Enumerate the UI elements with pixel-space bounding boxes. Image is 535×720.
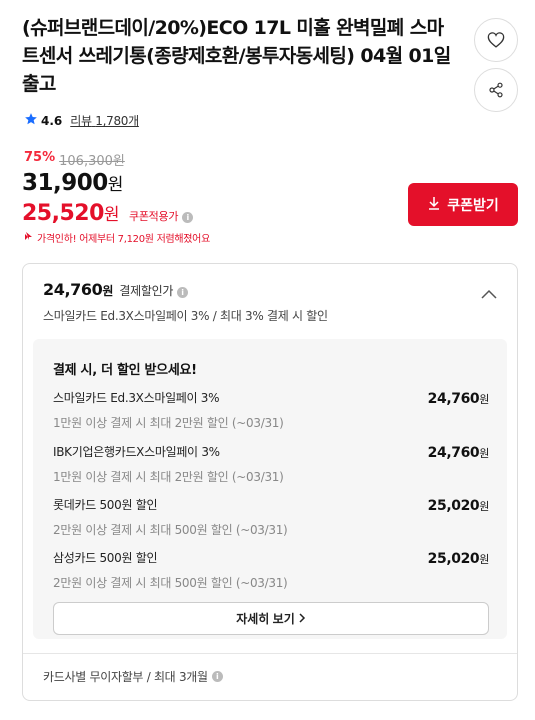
offer-name: 삼성카드 500원 할인 xyxy=(53,551,158,565)
offer-price-unit: 원 xyxy=(479,500,489,513)
coupon-price-unit: 원 xyxy=(103,205,120,225)
info-icon[interactable]: i xyxy=(182,212,194,223)
share-icon xyxy=(488,82,504,98)
chevron-up-icon[interactable] xyxy=(481,284,497,303)
info-icon[interactable]: i xyxy=(211,671,223,682)
offer-price-unit: 원 xyxy=(479,553,489,566)
discount-row: 75% 106,300원 xyxy=(24,150,125,169)
sale-price: 31,900원 xyxy=(22,170,123,196)
offer-condition: 2만원 이상 결제 시 최대 500원 할인 (~03/31) xyxy=(53,576,288,590)
divider xyxy=(23,653,517,654)
offer-price-amount: 25,020 xyxy=(427,498,480,514)
offer-name: IBK기업은행카드X스마일페이 3% xyxy=(53,445,220,459)
card-offer: IBK기업은행카드X스마일페이 3% 1만원 이상 결제 시 최대 2만원 할인… xyxy=(53,443,489,485)
star-icon xyxy=(24,112,38,129)
coupon-price-amount: 25,520 xyxy=(22,201,104,226)
down-arrow-icon xyxy=(24,231,34,244)
payment-discount-header[interactable]: 24,760 원 결제할인가 i xyxy=(43,280,189,299)
price-drop-text: 가격인하! 어제부터 7,120원 저렴해졌어요 xyxy=(37,234,210,245)
review-label: 리뷰 xyxy=(70,114,92,128)
coupon-button-label: 쿠폰받기 xyxy=(447,196,499,213)
offer-price-amount: 24,760 xyxy=(427,445,480,461)
wishlist-button[interactable] xyxy=(474,18,518,62)
chevron-right-icon xyxy=(299,612,306,626)
share-button[interactable] xyxy=(474,68,518,112)
view-details-label: 자세히 보기 xyxy=(236,612,295,626)
card-offer: 롯데카드 500원 할인 2만원 이상 결제 시 최대 500원 할인 (~03… xyxy=(53,496,489,538)
download-icon xyxy=(427,196,441,213)
review-link[interactable]: 리뷰 1,780개 xyxy=(70,112,139,129)
offer-price-unit: 원 xyxy=(479,393,489,406)
coupon-price: 25,520 원 쿠폰적용가 i xyxy=(22,200,194,226)
offers-panel-title: 결제 시, 더 할인 받으세요! xyxy=(53,363,197,378)
offer-price: 25,020원 xyxy=(427,551,490,567)
sale-price-amount: 31,900 xyxy=(22,170,108,196)
installment-row: 카드사별 무이자할부 / 최대 3개월 i xyxy=(43,668,223,685)
rating-score: 4.6 xyxy=(41,113,63,128)
offer-condition: 1만원 이상 결제 시 최대 2만원 할인 (~03/31) xyxy=(53,416,284,430)
offer-price: 24,760원 xyxy=(427,391,490,407)
product-title: (슈퍼브랜드데이/20%)ECO 17L 미홀 완벽밀폐 스마트센서 쓰레기통(… xyxy=(22,17,451,95)
card-offers-panel: 결제 시, 더 할인 받으세요! 스마일카드 Ed.3X스마일페이 3% 1만원… xyxy=(33,339,507,639)
original-price: 106,300원 xyxy=(59,154,125,169)
card-offer: 스마일카드 Ed.3X스마일페이 3% 1만원 이상 결제 시 최대 2만원 할… xyxy=(53,389,489,431)
card-offer: 삼성카드 500원 할인 2만원 이상 결제 시 최대 500원 할인 (~03… xyxy=(53,549,489,591)
coupon-button[interactable]: 쿠폰받기 xyxy=(408,183,518,226)
heart-icon xyxy=(487,32,505,48)
offer-condition: 1만원 이상 결제 시 최대 2만원 할인 (~03/31) xyxy=(53,470,284,484)
payment-discount-label: 결제할인가 xyxy=(119,284,174,298)
offer-price-amount: 24,760 xyxy=(427,391,480,407)
coupon-price-label: 쿠폰적용가 xyxy=(129,210,179,223)
offer-condition: 2만원 이상 결제 시 최대 500원 할인 (~03/31) xyxy=(53,523,288,537)
offer-price: 24,760원 xyxy=(427,445,490,461)
view-details-button[interactable]: 자세히 보기 xyxy=(53,602,489,635)
payment-discount-unit: 원 xyxy=(102,284,114,298)
sale-price-unit: 원 xyxy=(107,175,124,195)
offer-price-amount: 25,020 xyxy=(427,551,480,567)
payment-discount-subtitle: 스마일카드 Ed.3X스마일페이 3% / 최대 3% 결제 시 할인 xyxy=(43,309,328,323)
payment-discount-card: 24,760 원 결제할인가 i 스마일카드 Ed.3X스마일페이 3% / 최대… xyxy=(22,263,518,701)
offer-name: 스마일카드 Ed.3X스마일페이 3% xyxy=(53,391,220,405)
review-count: 1,780개 xyxy=(95,114,139,128)
discount-rate: 75% xyxy=(24,150,56,165)
payment-discount-amount: 24,760 xyxy=(43,280,103,299)
offer-price-unit: 원 xyxy=(479,447,489,460)
info-icon[interactable]: i xyxy=(177,287,189,298)
price-drop-note: 가격인하! 어제부터 7,120원 저렴해졌어요 xyxy=(24,230,210,245)
installment-note: 카드사별 무이자할부 / 최대 3개월 xyxy=(43,670,208,684)
offer-name: 롯데카드 500원 할인 xyxy=(53,498,158,512)
offer-price: 25,020원 xyxy=(427,498,490,514)
rating-row: 4.6 리뷰 1,780개 xyxy=(24,112,139,129)
